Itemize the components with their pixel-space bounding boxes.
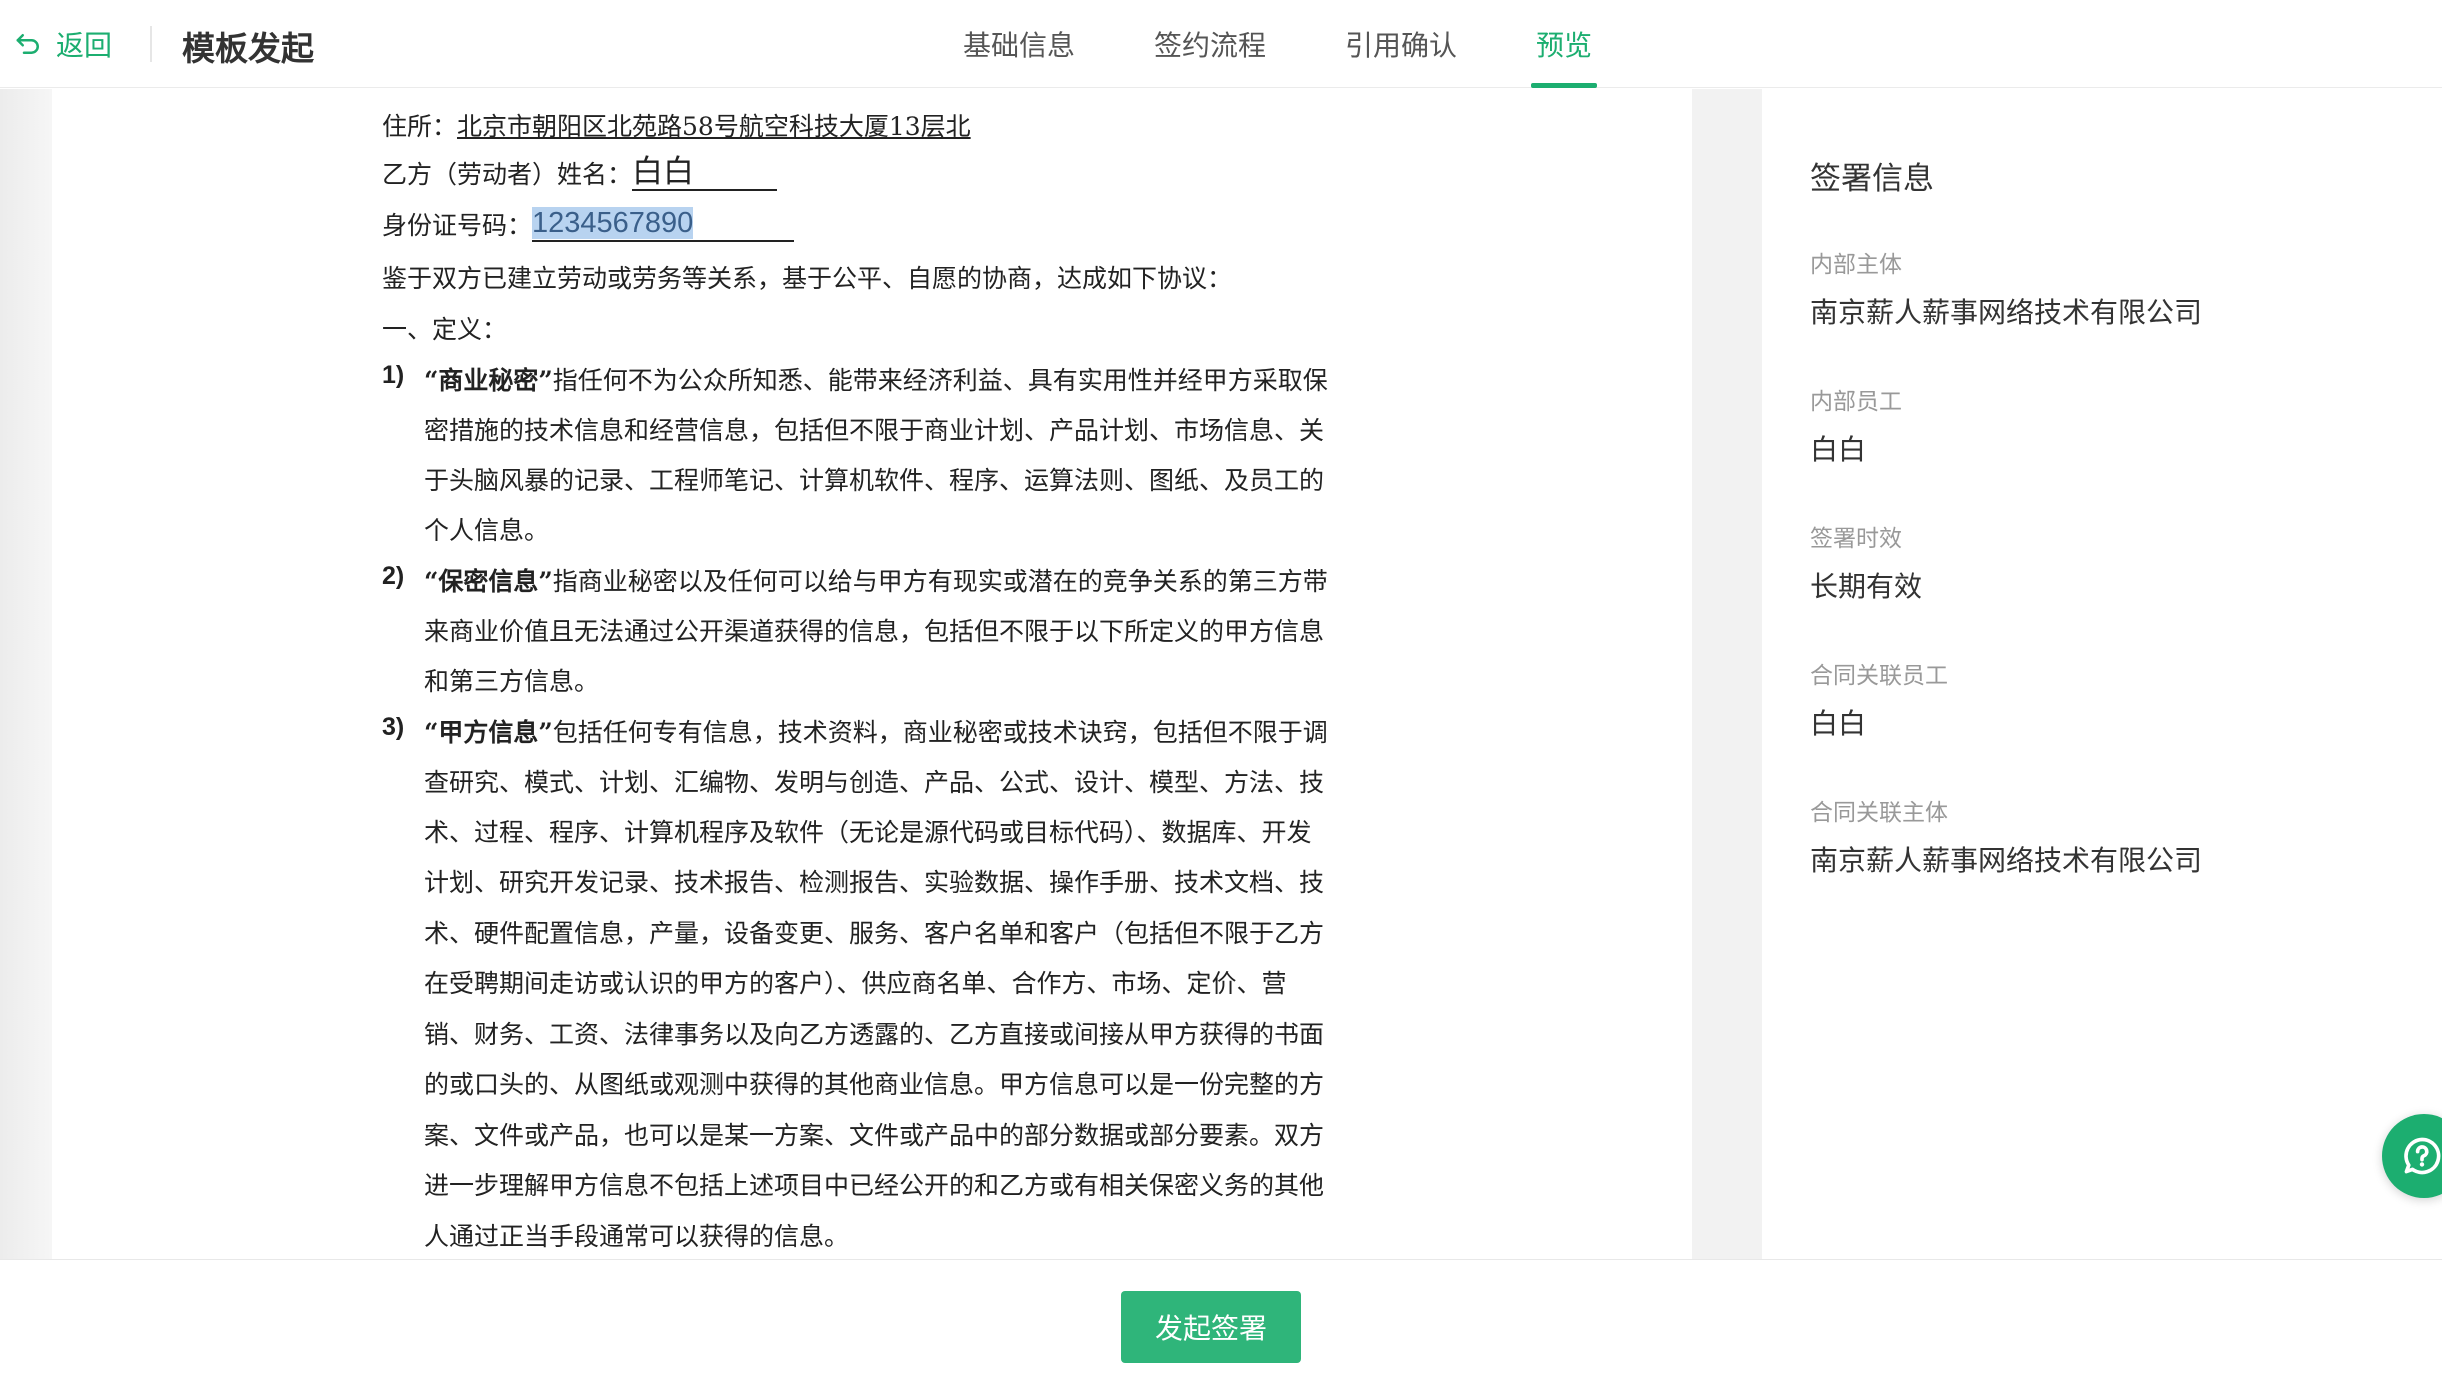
item-line: 来商业价值且无法通过公开渠道获得的信息，包括但不限于以下所定义的甲方信息 [424,617,1325,646]
intro-line: 鉴于双方已建立劳动或劳务等关系，基于公平、自愿的协商，达成如下协议： [382,264,1233,293]
field-label: 合同关联员工 [1810,663,1948,689]
field-value: 白白 [1810,433,1867,466]
id-field: 1234567890 [532,205,795,242]
tab-label: 预览 [1536,29,1593,62]
panel-title: 签署信息 [1810,161,1934,197]
document-viewer[interactable]: 住所：北京市朝阳区北苑路58号航空科技大厦13层北 乙方（劳动者）姓名：白白 身… [0,89,1762,1259]
item-line: 计划、研究开发记录、技术报告、检测报告、实验数据、操作手册、技术文档、技 [424,868,1325,897]
item-line: 密措施的技术信息和经营信息，包括但不限于商业计划、产品计划、市场信息、关 [424,416,1325,445]
field-label: 内部主体 [1810,252,1902,278]
name-value: 白白 [632,155,778,191]
tab-signing-flow[interactable]: 签约流程 [1131,0,1289,88]
item-line: 销、财务、工资、法律事务以及向乙方透露的、乙方直接或间接从甲方获得的书面 [424,1020,1325,1049]
item-line: 查研究、模式、计划、汇编物、发明与创造、产品、公式、设计、模型、方法、技 [424,768,1325,797]
item-number: 2) [382,562,405,590]
start-signing-button[interactable]: 发起签署 [1121,1291,1301,1363]
bottom-bar: 发起签署 [0,1259,2442,1374]
tab-preview[interactable]: 预览 [1513,0,1615,88]
tab-label: 基础信息 [963,29,1076,62]
item-line: 术、硬件配置信息，产量，设备变更、服务、客户名单和客户（包括但不限于乙方 [424,919,1325,948]
field-value: 长期有效 [1810,570,1923,603]
item-line: 指任何不为公众所知悉、能带来经济利益、具有实用性并经甲方采取保 [552,366,1328,395]
back-button[interactable]: 返回 [14,24,112,64]
item-line: 在受聘期间走访或认识的甲方的客户）、供应商名单、合作方、市场、定价、营 [424,969,1287,998]
address-label: 住所： [382,112,458,141]
back-label: 返回 [56,29,113,62]
field-label: 内部员工 [1810,389,1902,415]
tab-label: 签约流程 [1154,29,1267,62]
field-label: 签署时效 [1810,526,1902,552]
item-term: “商业秘密” [424,366,553,395]
item-line: 于头脑风暴的记录、工程师笔记、计算机软件、程序、运算法则、图纸、及员工的 [424,466,1325,495]
item-term: “甲方信息” [424,718,553,747]
item-number: 3) [382,713,405,741]
field-value: 南京薪人薪事网络技术有限公司 [1810,844,2203,877]
field-label: 合同关联主体 [1810,800,1948,826]
name-label: 乙方（劳动者）姓名： [382,160,633,189]
item-line: 的或口头的、从图纸或观测中获得的其他商业信息。甲方信息可以是一份完整的方 [424,1070,1325,1099]
page-title: 模板发起 [182,29,314,68]
top-bar: 返回 模板发起 基础信息 签约流程 引用确认 预览 [0,0,2442,88]
tab-basic-info[interactable]: 基础信息 [940,0,1098,88]
name-line: 乙方（劳动者）姓名：白白 [382,155,778,191]
item-term: “保密信息” [424,567,553,596]
document-page: 住所：北京市朝阳区北苑路58号航空科技大厦13层北 乙方（劳动者）姓名：白白 身… [52,89,1692,1259]
address-value: 北京市朝阳区北苑路58号航空科技大厦13层北 [457,112,971,141]
item-number: 1) [382,361,405,389]
main-area: 住所：北京市朝阳区北苑路58号航空科技大厦13层北 乙方（劳动者）姓名：白白 身… [0,89,2442,1259]
step-tabs: 基础信息 签约流程 引用确认 预览 [940,0,1648,88]
item-line: 个人信息。 [424,516,550,545]
item-line: 包括任何专有信息，技术资料，商业秘密或技术诀窍，包括但不限于调 [552,718,1328,747]
undo-arrow-icon [16,34,39,54]
section-title: 一、定义： [382,315,508,344]
id-value: 1234567890 [532,207,694,239]
id-line: 身份证号码：1234567890 [382,205,795,242]
item-line: 和第三方信息。 [424,667,600,696]
field-value: 白白 [1810,707,1867,740]
question-bubble-icon [2404,1137,2441,1175]
header-divider [150,26,152,62]
item-line: 案、文件或产品，也可以是某一方案、文件或产品中的部分数据或部分要素。双方 [424,1121,1325,1150]
tab-reference-confirm[interactable]: 引用确认 [1322,0,1480,88]
item-line: 人通过正当手段通常可以获得的信息。 [424,1222,850,1251]
field-value: 南京薪人薪事网络技术有限公司 [1810,296,2203,329]
item-line: 指商业秘密以及任何可以给与甲方有现实或潜在的竞争关系的第三方带 [552,567,1328,596]
address-line: 住所：北京市朝阳区北苑路58号航空科技大厦13层北 [382,107,971,143]
id-label: 身份证号码： [382,211,533,240]
signing-info-panel: 签署信息 内部主体 南京薪人薪事网络技术有限公司 内部员工 白白 签署时效 长期… [1762,89,2442,1259]
tab-label: 引用确认 [1345,29,1458,62]
item-line: 进一步理解甲方信息不包括上述项目中已经公开的和乙方或有相关保密义务的其他 [424,1171,1325,1200]
viewer-gutter [0,89,52,1259]
item-line: 术、过程、程序、计算机程序及软件（无论是源代码或目标代码）、数据库、开发 [424,818,1312,847]
